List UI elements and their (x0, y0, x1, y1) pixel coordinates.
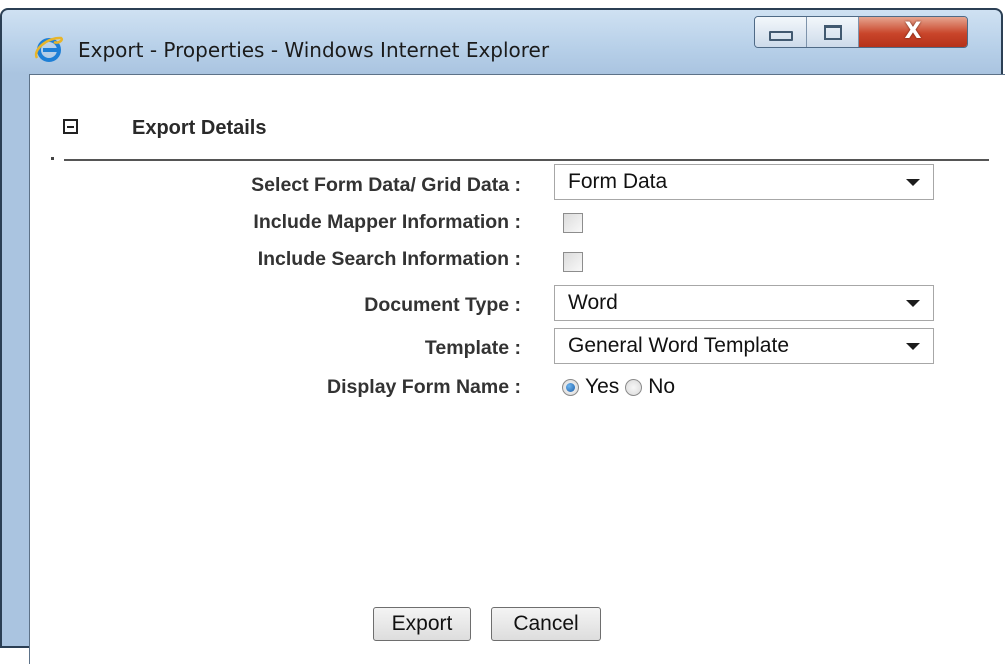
section-divider (64, 159, 989, 161)
window-title: Export - Properties - Windows Internet E… (78, 38, 550, 62)
select-data-dropdown[interactable]: Form Data (554, 164, 934, 200)
close-button[interactable]: X (859, 17, 967, 47)
minimize-button[interactable] (755, 17, 807, 47)
select-data-value: Form Data (568, 170, 668, 193)
display-form-name-radio-group: Yes No (562, 374, 681, 400)
divider-dot (51, 157, 54, 160)
include-search-checkbox[interactable] (563, 252, 583, 272)
display-form-name-label: Display Form Name : (327, 376, 521, 398)
collapse-icon[interactable] (63, 119, 78, 134)
internet-explorer-icon (34, 36, 63, 62)
title-bar[interactable]: Export - Properties - Windows Internet E… (2, 10, 1001, 72)
browser-window: Export - Properties - Windows Internet E… (0, 8, 1005, 664)
section-header[interactable]: Export Details (30, 75, 1005, 153)
document-type-dropdown[interactable]: Word (554, 285, 934, 321)
dialog-content: Export Details Select Form Data/ Grid Da… (29, 74, 1005, 664)
include-mapper-checkbox[interactable] (563, 213, 583, 233)
chevron-down-icon (906, 343, 920, 350)
select-data-label: Select Form Data/ Grid Data : (251, 174, 521, 196)
radio-yes-label[interactable]: Yes (585, 375, 619, 399)
template-value: General Word Template (568, 334, 790, 357)
close-icon: X (904, 19, 922, 44)
radio-no-label[interactable]: No (648, 375, 675, 399)
maximize-button[interactable] (807, 17, 859, 47)
include-search-label: Include Search Information : (257, 248, 521, 270)
window-controls: X (754, 16, 968, 48)
document-type-value: Word (568, 291, 618, 314)
export-button[interactable]: Export (373, 607, 471, 641)
maximize-icon (823, 24, 842, 40)
template-dropdown[interactable]: General Word Template (554, 328, 934, 364)
chevron-down-icon (906, 300, 920, 307)
chevron-down-icon (906, 179, 920, 186)
section-title: Export Details (132, 117, 267, 139)
radio-yes[interactable] (562, 378, 579, 396)
radio-no[interactable] (625, 378, 643, 396)
include-mapper-label: Include Mapper Information : (253, 211, 521, 233)
template-label: Template : (424, 337, 521, 359)
cancel-button[interactable]: Cancel (491, 607, 601, 641)
document-type-label: Document Type : (364, 294, 521, 316)
minimize-icon (768, 31, 793, 41)
